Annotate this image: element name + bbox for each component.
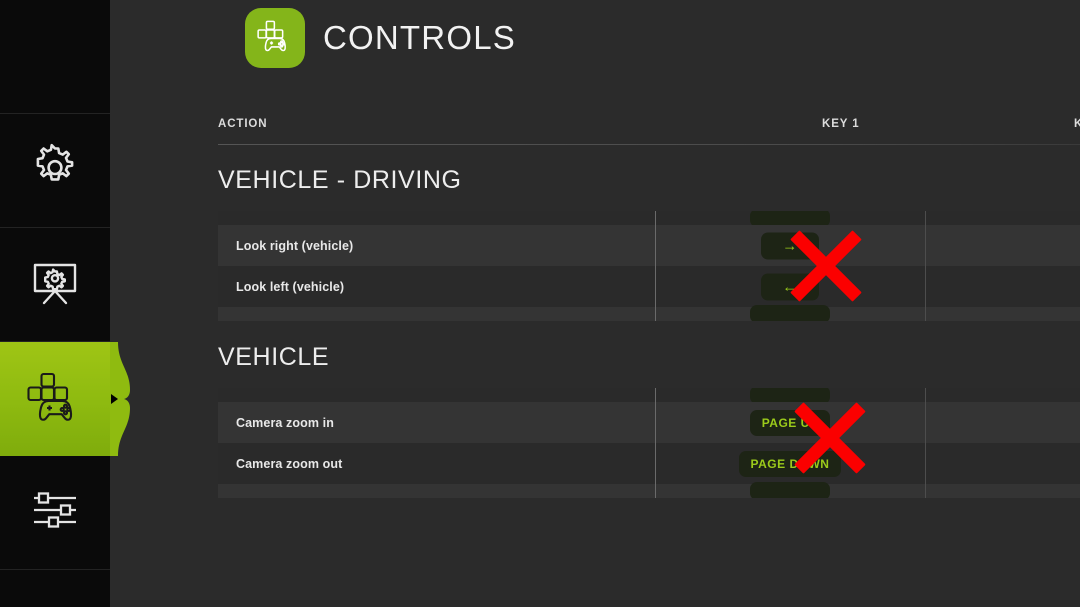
section-title: VEHICLE - DRIVING (218, 166, 462, 194)
column-header-key2: K (1074, 118, 1080, 130)
table-row-clipped-bottom (218, 482, 1080, 498)
sliders-icon (28, 488, 82, 537)
table-row-clipped-top (218, 211, 1080, 227)
column-divider-key1-key2 (925, 388, 926, 498)
key1-cell[interactable] (730, 305, 850, 321)
gamepad-keys-icon (22, 368, 88, 431)
key-chip (750, 305, 830, 321)
table-column-headers: ACTION KEY 1 K (218, 108, 1080, 145)
section-title: VEHICLE (218, 343, 330, 371)
key-chip: ← (761, 273, 819, 300)
key1-cell[interactable]: PAGE DOWN (730, 450, 850, 477)
sidebar-item-display[interactable] (0, 228, 110, 342)
action-label: Camera zoom out (236, 456, 343, 471)
action-label: Look right (vehicle) (236, 238, 354, 253)
action-label: Camera zoom in (236, 415, 334, 430)
key-chip (750, 482, 830, 498)
column-divider-action-key1 (655, 388, 656, 498)
page-header: CONTROLS (245, 8, 516, 68)
column-divider-key1-key2 (925, 211, 926, 321)
page-title-badge (245, 8, 305, 68)
key1-cell[interactable]: PAGE UP (730, 409, 850, 436)
monitor-gear-icon (26, 258, 84, 311)
sidebar-item-controls[interactable] (0, 342, 130, 456)
gear-icon (29, 142, 81, 199)
key1-cell[interactable] (730, 482, 850, 498)
section-rows: Look right (vehicle) → Look left (vehicl… (218, 211, 1080, 321)
table-row[interactable]: Look right (vehicle) → (218, 225, 1080, 266)
sidebar-item-blank-top (0, 0, 110, 114)
table-row-clipped-bottom (218, 305, 1080, 321)
key1-cell[interactable]: ← (730, 273, 850, 300)
table-row[interactable]: Look left (vehicle) ← (218, 266, 1080, 307)
gamepad-keys-icon (254, 17, 296, 60)
section-rows: Camera zoom in PAGE UP Camera zoom out P… (218, 388, 1080, 498)
table-row-clipped-top (218, 388, 1080, 404)
table-row[interactable]: Camera zoom out PAGE DOWN (218, 443, 1080, 484)
column-header-key1: KEY 1 (822, 118, 860, 130)
key-chip: PAGE UP (749, 409, 831, 436)
controls-table: ACTION KEY 1 K VEHICLE - DRIVING Look ri… (218, 108, 1080, 498)
key-chip: → (761, 232, 819, 259)
column-divider-action-key1 (655, 211, 656, 321)
table-row[interactable]: Camera zoom in PAGE UP (218, 402, 1080, 443)
sidebar-nav (0, 0, 130, 607)
controls-settings-screen: CONTROLS ACTION KEY 1 K VEHICLE - DRIVIN… (0, 0, 1080, 607)
key1-cell[interactable]: → (730, 232, 850, 259)
content-panel: CONTROLS ACTION KEY 1 K VEHICLE - DRIVIN… (110, 0, 1080, 607)
sidebar-item-levels[interactable] (0, 456, 110, 570)
sidebar-item-settings[interactable] (0, 114, 110, 228)
page-title: CONTROLS (323, 19, 516, 56)
section-vehicle-driving: VEHICLE - DRIVING Look right (vehicle) → (218, 144, 1080, 321)
key-chip: PAGE DOWN (738, 450, 842, 477)
section-vehicle: VEHICLE Camera zoom in PAGE UP Camera zo… (218, 321, 1080, 498)
action-label: Look left (vehicle) (236, 279, 345, 294)
column-header-action: ACTION (218, 118, 268, 130)
tab-pointer-icon (111, 394, 118, 404)
